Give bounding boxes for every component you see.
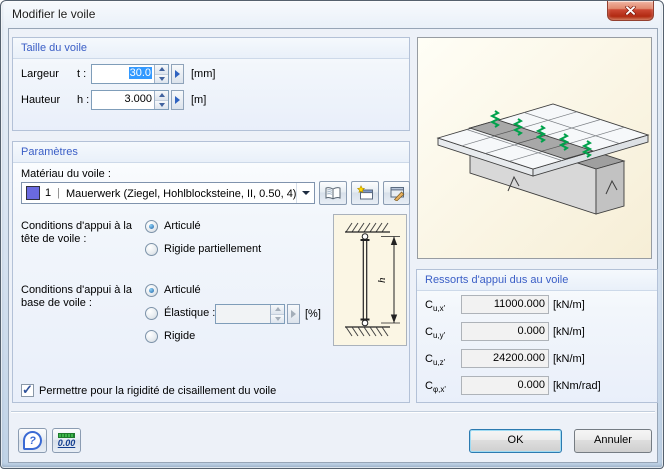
spring-cuz-unit: [kN/m]	[553, 353, 585, 365]
ok-button[interactable]: OK	[469, 429, 562, 453]
spring-cphix-value: 0.000	[461, 376, 549, 395]
spring-cuy-value: 0.000	[461, 322, 549, 341]
radio-label: Élastique :	[164, 307, 215, 319]
dimension-h-label: h	[376, 277, 388, 283]
dialog-window: Modifier le voile Taille du voile Largeu…	[0, 0, 664, 469]
spin-up-icon[interactable]	[159, 93, 165, 97]
spring-cphix-label: Cφ,x'	[425, 380, 446, 396]
springs-group: Ressorts d'appui dus au voile Cu,x' 1100…	[416, 269, 658, 403]
close-button[interactable]	[607, 1, 654, 21]
height-unit: [m]	[191, 94, 206, 106]
radio-off-icon[interactable]	[145, 307, 158, 320]
springs-group-title: Ressorts d'appui dus au voile	[417, 270, 657, 291]
radio-on-icon[interactable]	[145, 284, 158, 297]
spin-up-icon[interactable]	[275, 307, 281, 311]
wall-3d-preview	[417, 37, 652, 259]
material-index: 1	[45, 187, 51, 199]
material-divider: |	[57, 187, 60, 199]
material-combobox[interactable]: 1 | Mauerwerk (Ziegel, Hohlblocksteine, …	[21, 182, 315, 204]
radio-top-rigide-partiellement[interactable]: Rigide partiellement	[145, 243, 261, 256]
help-button[interactable]: ?	[18, 428, 47, 453]
footer-separator	[11, 411, 655, 413]
height-input[interactable]: 3.000	[91, 90, 169, 110]
spring-cux-value: 11000.000	[461, 295, 549, 314]
elastic-unit: [%]	[305, 308, 321, 320]
width-symbol: t :	[77, 68, 86, 81]
elastic-value	[216, 305, 270, 323]
column-sketch-image: h	[334, 215, 406, 345]
spring-cuy-label: Cu,y'	[425, 326, 445, 342]
height-value: 3.000	[92, 91, 154, 109]
size-group: Taille du voile Largeur t : 30.0 [mm] Ha…	[12, 37, 410, 131]
units-settings-button[interactable]: 0.00	[52, 428, 81, 453]
radio-base-elastique[interactable]: Élastique :	[145, 307, 215, 320]
expand-arrow-icon	[175, 70, 180, 78]
elastic-spinner[interactable]	[270, 305, 284, 323]
material-color-swatch	[26, 186, 40, 200]
radio-label: Articulé	[164, 284, 201, 296]
radio-off-icon[interactable]	[145, 330, 158, 343]
material-library-button[interactable]	[319, 181, 347, 205]
radio-off-icon[interactable]	[145, 243, 158, 256]
parameters-group-title: Paramètres	[13, 142, 409, 163]
radio-top-articule[interactable]: Articulé	[145, 220, 201, 233]
help-icon: ?	[23, 431, 42, 450]
elastic-detail-button[interactable]	[287, 304, 300, 324]
spin-down-icon[interactable]	[275, 317, 281, 321]
spin-down-icon[interactable]	[159, 103, 165, 107]
combo-dropdown-zone[interactable]	[296, 183, 314, 203]
spring-cuy-unit: [kN/m]	[553, 326, 585, 338]
width-label: Largeur	[21, 68, 59, 81]
units-icon: 0.00	[58, 439, 76, 448]
shear-stiffness-label: Permettre pour la rigidité de cisailleme…	[39, 385, 276, 398]
width-value: 30.0	[129, 67, 152, 79]
radio-label: Articulé	[164, 220, 201, 232]
book-icon	[324, 186, 342, 201]
radio-on-icon[interactable]	[145, 220, 158, 233]
spring-cux-unit: [kN/m]	[553, 299, 585, 311]
dialog-body: Taille du voile Largeur t : 30.0 [mm] Ha…	[8, 28, 658, 463]
width-spinner[interactable]	[154, 65, 168, 83]
height-spinner[interactable]	[154, 91, 168, 109]
material-label: Matériau du voile :	[21, 168, 111, 181]
height-symbol: h :	[77, 94, 89, 107]
height-detail-button[interactable]	[171, 90, 184, 110]
material-edit-button[interactable]	[383, 181, 410, 205]
spin-up-icon[interactable]	[159, 67, 165, 71]
material-new-button[interactable]	[351, 181, 379, 205]
radio-base-articule[interactable]: Articulé	[145, 284, 201, 297]
column-diagram: h	[333, 214, 407, 346]
spring-cphix-unit: [kNm/rad]	[553, 380, 601, 392]
width-detail-button[interactable]	[171, 64, 184, 84]
window-title: Modifier le voile	[12, 7, 95, 21]
close-icon	[625, 6, 636, 15]
width-input[interactable]: 30.0	[91, 64, 169, 84]
top-support-label: Conditions d'appui à la tête de voile :	[21, 220, 139, 246]
spring-cuz-value: 24200.000	[461, 349, 549, 368]
expand-arrow-icon	[291, 310, 296, 318]
height-label: Hauteur	[21, 94, 60, 107]
radio-label: Rigide partiellement	[164, 243, 261, 255]
radio-base-rigide[interactable]: Rigide	[145, 330, 195, 343]
expand-arrow-icon	[175, 96, 180, 104]
wall-3d-image	[418, 38, 651, 258]
material-name: Mauerwerk (Ziegel, Hohlblocksteine, II, …	[66, 187, 296, 200]
base-support-label: Conditions d'appui à la base de voile :	[21, 284, 139, 310]
shear-stiffness-checkbox[interactable]	[21, 384, 34, 397]
edit-material-icon	[388, 185, 406, 201]
width-unit: [mm]	[191, 68, 215, 80]
chevron-down-icon	[302, 191, 310, 195]
cancel-button[interactable]: Annuler	[574, 429, 652, 453]
title-bar[interactable]: Modifier le voile	[1, 1, 663, 28]
spring-cux-label: Cu,x'	[425, 299, 445, 315]
spin-down-icon[interactable]	[159, 77, 165, 81]
parameters-group: Paramètres Matériau du voile : 1 | Mauer…	[12, 141, 410, 403]
radio-label: Rigide	[164, 330, 195, 342]
spring-cuz-label: Cu,z'	[425, 353, 445, 369]
elastic-percentage-input[interactable]	[215, 304, 285, 324]
new-window-star-icon	[356, 185, 374, 201]
size-group-title: Taille du voile	[13, 38, 409, 59]
